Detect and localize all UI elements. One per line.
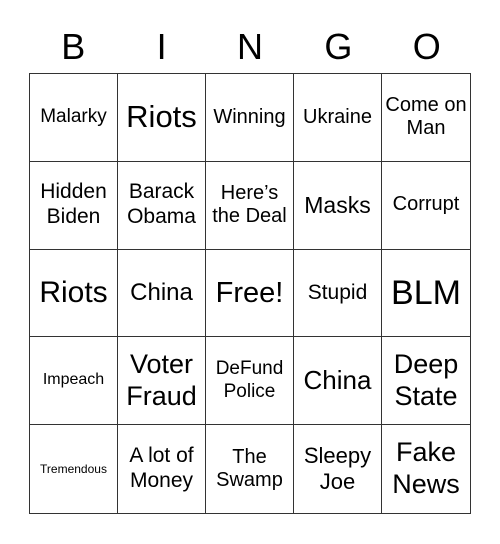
bingo-cell[interactable]: BLM: [382, 250, 470, 338]
bingo-cell-text: A lot of Money: [129, 444, 194, 493]
bingo-cell[interactable]: Impeach: [30, 337, 118, 426]
bingo-cell-text: Impeach: [42, 371, 105, 389]
bingo-cell[interactable]: Riots: [30, 249, 118, 338]
header-letter-n: N: [236, 26, 263, 67]
bingo-cell-text: Fake News: [392, 437, 460, 500]
bingo-cell[interactable]: Here’s the Deal: [206, 161, 294, 250]
bingo-cell-text: Tremendous: [40, 462, 107, 477]
bingo-cell-text: DeFund Police: [215, 358, 284, 402]
bingo-cell[interactable]: Riots: [118, 74, 206, 162]
bingo-cell[interactable]: Hidden Biden: [30, 161, 118, 250]
bingo-cell-text: Here’s the Deal: [212, 181, 287, 228]
bingo-cell-text: Winning: [213, 105, 286, 128]
bingo-cell[interactable]: Barack Obama: [118, 161, 206, 250]
bingo-header: B I N G O: [29, 22, 471, 72]
bingo-cell[interactable]: Corrupt: [382, 162, 470, 250]
bingo-cell-text: China: [303, 365, 372, 396]
bingo-cell[interactable]: DeFund Police: [206, 337, 294, 426]
bingo-cell-text: Riots: [39, 276, 108, 310]
bingo-card-grid: Malarky Riots Winning Ukraine Come on Man Hid…: [29, 73, 471, 514]
bingo-cell[interactable]: A lot of Money: [118, 425, 206, 513]
bingo-cell-text: Ukraine: [303, 105, 372, 128]
bingo-cell-text: Riots: [126, 99, 197, 135]
bingo-cell-text: Hidden Biden: [40, 180, 107, 229]
bingo-cell[interactable]: The Swamp: [206, 425, 294, 513]
bingo-cell-text: Come on Man: [385, 93, 467, 140]
bingo-cell-text: Malarky: [40, 106, 107, 128]
header-letter-i: I: [156, 26, 167, 67]
bingo-cell-text: Free!: [215, 276, 284, 309]
bingo-cell[interactable]: China: [118, 249, 206, 338]
header-letter-o: O: [412, 26, 441, 67]
bingo-cell[interactable]: Ukraine: [294, 74, 382, 162]
bingo-cell-text: Corrupt: [392, 193, 460, 216]
bingo-cell-text: Sleepy Joe: [303, 443, 372, 495]
bingo-cell[interactable]: Winning: [206, 74, 294, 162]
bingo-cell[interactable]: Deep State: [382, 337, 470, 426]
bingo-cell[interactable]: Stupid: [294, 249, 382, 338]
bingo-cell[interactable]: Masks: [294, 161, 382, 250]
bingo-cell-text: Voter Fraud: [126, 348, 197, 411]
bingo-cell-text: Masks: [304, 191, 371, 218]
bingo-cell-text: BLM: [391, 273, 461, 312]
bingo-cell-text: China: [130, 278, 193, 306]
bingo-cell[interactable]: Come on Man: [382, 74, 470, 162]
header-letter-g: G: [324, 26, 353, 67]
bingo-cell[interactable]: Tremendous: [30, 425, 118, 513]
header-letter-b: B: [61, 26, 86, 67]
bingo-cell[interactable]: Fake News: [382, 425, 470, 513]
bingo-cell[interactable]: Voter Fraud: [118, 337, 206, 426]
bingo-cell-text: Barack Obama: [127, 180, 196, 229]
bingo-cell[interactable]: China: [294, 337, 382, 426]
bingo-cell-text: The Swamp: [216, 445, 283, 492]
bingo-cell[interactable]: Malarky: [30, 74, 118, 162]
bingo-cell[interactable]: Free!: [206, 249, 294, 338]
bingo-cell-text: Stupid: [307, 280, 368, 304]
bingo-cell[interactable]: Sleepy Joe: [294, 425, 382, 513]
bingo-cell-text: Deep State: [393, 348, 459, 411]
